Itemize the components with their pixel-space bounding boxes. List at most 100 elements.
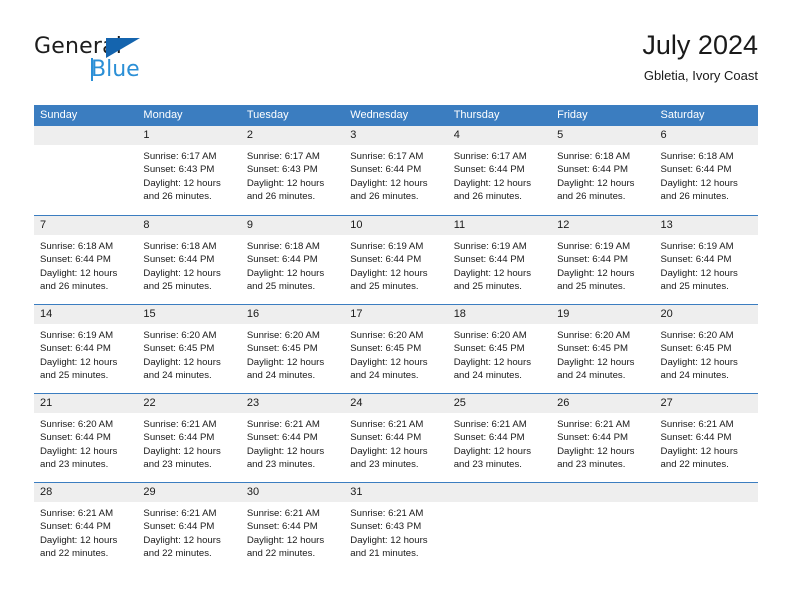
day-cell[interactable]: 16 Sunrise: 6:20 AM Sunset: 6:45 PM Dayligh… — [240, 305, 345, 393]
sunrise-text: Sunrise: 6:17 AM — [246, 151, 320, 162]
day-number: 31 — [350, 486, 363, 498]
day-cell[interactable]: 6 Sunrise: 6:18 AM Sunset: 6:44 PM Daylight… — [654, 126, 758, 215]
daylight-text-line1: Daylight: 12 hours — [453, 177, 532, 189]
daylight-text-line1: Daylight: 12 hours — [246, 445, 325, 457]
sunrise-text: Sunrise: 6:20 AM — [350, 330, 424, 341]
day-details: Sunrise: 6:19 AM Sunset: 6:44 PM Daylight:… — [448, 235, 551, 294]
day-cell[interactable]: 14 Sunrise: 6:19 AM Sunset: 6:44 PM Dayligh… — [34, 305, 138, 393]
calendar-weeks: 1 Sunrise: 6:17 AM Sunset: 6:43 PM Daylight… — [34, 126, 758, 571]
sunrise-text: Sunrise: 6:19 AM — [557, 241, 631, 252]
day-number-band: 2 — [240, 126, 345, 145]
weekday-header-row: Sunday Monday Tuesday Wednesday Thursday… — [34, 105, 758, 126]
day-number-band: 14 — [34, 305, 138, 324]
daylight-text-line1: Daylight: 12 hours — [143, 177, 221, 189]
general-blue-logo: General Blue — [34, 34, 294, 90]
day-number: 3 — [350, 129, 357, 141]
day-cell[interactable]: 21 Sunrise: 6:20 AM Sunset: 6:44 PM Dayligh… — [34, 394, 138, 482]
day-number-band: 24 — [344, 394, 448, 413]
daylight-text-line2: and 22 minutes. — [40, 548, 109, 560]
day-cell[interactable]: 24 Sunrise: 6:21 AM Sunset: 6:44 PM Dayligh… — [344, 394, 448, 482]
day-number: 19 — [557, 308, 570, 320]
daylight-text-line2: and 25 minutes. — [246, 281, 316, 293]
sunset-text: Sunset: 6:44 PM — [40, 432, 111, 444]
day-number-band: 23 — [240, 394, 345, 413]
day-number-band — [551, 483, 655, 502]
day-cell[interactable]: 19 Sunrise: 6:20 AM Sunset: 6:45 PM Dayligh… — [551, 305, 655, 393]
sunset-text: Sunset: 6:44 PM — [143, 254, 215, 266]
weekday-wednesday: Wednesday — [350, 109, 409, 121]
sunrise-text: Sunrise: 6:21 AM — [453, 419, 527, 430]
day-cell[interactable]: 15 Sunrise: 6:20 AM Sunset: 6:45 PM Dayligh… — [137, 305, 241, 393]
sunset-text: Sunset: 6:44 PM — [660, 164, 732, 176]
day-details: Sunrise: 6:19 AM Sunset: 6:44 PM Daylight:… — [344, 235, 447, 294]
day-number-band: 1 — [137, 126, 241, 145]
day-cell[interactable]: 8 Sunrise: 6:18 AM Sunset: 6:44 PM Daylight… — [137, 216, 241, 304]
sunset-text: Sunset: 6:44 PM — [557, 164, 629, 176]
logo-text-blue: Blue — [91, 57, 140, 82]
day-details: Sunrise: 6:18 AM Sunset: 6:44 PM Daylight:… — [551, 145, 654, 204]
daylight-text-line2: and 24 minutes. — [246, 370, 316, 382]
day-cell[interactable]: 11 Sunrise: 6:19 AM Sunset: 6:44 PM Dayligh… — [447, 216, 552, 304]
day-details: Sunrise: 6:20 AM Sunset: 6:45 PM Daylight:… — [137, 324, 240, 383]
daylight-text-line2: and 25 minutes. — [40, 370, 109, 382]
day-cell[interactable]: 17 Sunrise: 6:20 AM Sunset: 6:45 PM Dayligh… — [344, 305, 448, 393]
day-cell[interactable]: 13 Sunrise: 6:19 AM Sunset: 6:44 PM Dayligh… — [654, 216, 758, 304]
day-cell[interactable]: 26 Sunrise: 6:21 AM Sunset: 6:44 PM Dayligh… — [551, 394, 655, 482]
calendar-week-row: 21 Sunrise: 6:20 AM Sunset: 6:44 PM Dayligh… — [34, 393, 758, 482]
day-cell[interactable]: 4 Sunrise: 6:17 AM Sunset: 6:44 PM Daylight… — [447, 126, 552, 215]
sunset-text: Sunset: 6:44 PM — [453, 254, 525, 266]
day-cell[interactable]: 20 Sunrise: 6:20 AM Sunset: 6:45 PM Dayligh… — [654, 305, 758, 393]
day-number: 10 — [350, 219, 363, 231]
day-cell[interactable]: 7 Sunrise: 6:18 AM Sunset: 6:44 PM Daylight… — [34, 216, 138, 304]
day-cell[interactable]: 3 Sunrise: 6:17 AM Sunset: 6:44 PM Daylight… — [344, 126, 448, 215]
day-cell[interactable]: 1 Sunrise: 6:17 AM Sunset: 6:43 PM Daylight… — [137, 126, 241, 215]
day-cell[interactable]: 2 Sunrise: 6:17 AM Sunset: 6:43 PM Daylight… — [240, 126, 345, 215]
calendar-week-row: 1 Sunrise: 6:17 AM Sunset: 6:43 PM Daylight… — [34, 126, 758, 215]
day-cell[interactable]: 27 Sunrise: 6:21 AM Sunset: 6:44 PM Dayligh… — [654, 394, 758, 482]
sunrise-text: Sunrise: 6:19 AM — [660, 241, 734, 252]
day-details: Sunrise: 6:21 AM Sunset: 6:44 PM Daylight:… — [344, 413, 447, 472]
day-details: Sunrise: 6:21 AM Sunset: 6:44 PM Daylight:… — [137, 502, 240, 561]
sunset-text: Sunset: 6:45 PM — [246, 343, 318, 355]
day-number-band: 30 — [240, 483, 345, 502]
day-number: 15 — [143, 308, 156, 320]
daylight-text-line2: and 22 minutes. — [143, 548, 212, 560]
day-cell[interactable]: 5 Sunrise: 6:18 AM Sunset: 6:44 PM Daylight… — [551, 126, 655, 215]
sunrise-text: Sunrise: 6:19 AM — [453, 241, 527, 252]
day-number-band: 20 — [654, 305, 758, 324]
sunset-text: Sunset: 6:43 PM — [143, 164, 215, 176]
calendar-page: General Blue July 2024 Gbletia, Ivory Co… — [0, 0, 792, 612]
day-details — [655, 502, 758, 507]
day-cell[interactable]: 29 Sunrise: 6:21 AM Sunset: 6:44 PM Dayligh… — [137, 483, 241, 571]
day-cell[interactable]: 23 Sunrise: 6:21 AM Sunset: 6:44 PM Dayligh… — [240, 394, 345, 482]
sunrise-text: Sunrise: 6:21 AM — [246, 419, 320, 430]
day-details: Sunrise: 6:18 AM Sunset: 6:44 PM Daylight:… — [34, 235, 137, 294]
day-number-band: 6 — [654, 126, 758, 145]
day-number-band: 18 — [447, 305, 552, 324]
day-number-band: 8 — [137, 216, 241, 235]
day-cell[interactable]: 28 Sunrise: 6:21 AM Sunset: 6:44 PM Dayligh… — [34, 483, 138, 571]
sunrise-text: Sunrise: 6:20 AM — [246, 330, 320, 341]
sunset-text: Sunset: 6:44 PM — [350, 432, 422, 444]
day-cell[interactable]: 18 Sunrise: 6:20 AM Sunset: 6:45 PM Dayligh… — [447, 305, 552, 393]
day-cell[interactable]: 9 Sunrise: 6:18 AM Sunset: 6:44 PM Daylight… — [240, 216, 345, 304]
daylight-text-line2: and 24 minutes. — [350, 370, 419, 382]
day-cell[interactable]: 22 Sunrise: 6:21 AM Sunset: 6:44 PM Dayligh… — [137, 394, 241, 482]
day-cell[interactable]: 30 Sunrise: 6:21 AM Sunset: 6:44 PM Dayligh… — [240, 483, 345, 571]
day-number: 2 — [246, 129, 253, 141]
day-details — [34, 145, 137, 150]
day-number: 11 — [453, 219, 466, 231]
day-number: 20 — [660, 308, 673, 320]
day-cell[interactable]: 10 Sunrise: 6:19 AM Sunset: 6:44 PM Dayligh… — [344, 216, 448, 304]
day-cell[interactable]: 31 Sunrise: 6:21 AM Sunset: 6:43 PM Dayligh… — [344, 483, 448, 571]
daylight-text-line1: Daylight: 12 hours — [143, 267, 221, 279]
day-number: 9 — [246, 219, 253, 231]
daylight-text-line2: and 24 minutes. — [453, 370, 522, 382]
daylight-text-line2: and 26 minutes. — [660, 191, 729, 203]
daylight-text-line2: and 21 minutes. — [350, 548, 419, 560]
day-number: 8 — [143, 219, 150, 231]
day-cell[interactable]: 12 Sunrise: 6:19 AM Sunset: 6:44 PM Dayligh… — [551, 216, 655, 304]
day-number-band: 17 — [344, 305, 448, 324]
day-details: Sunrise: 6:21 AM Sunset: 6:44 PM Daylight:… — [655, 413, 758, 472]
day-cell[interactable]: 25 Sunrise: 6:21 AM Sunset: 6:44 PM Dayligh… — [447, 394, 552, 482]
